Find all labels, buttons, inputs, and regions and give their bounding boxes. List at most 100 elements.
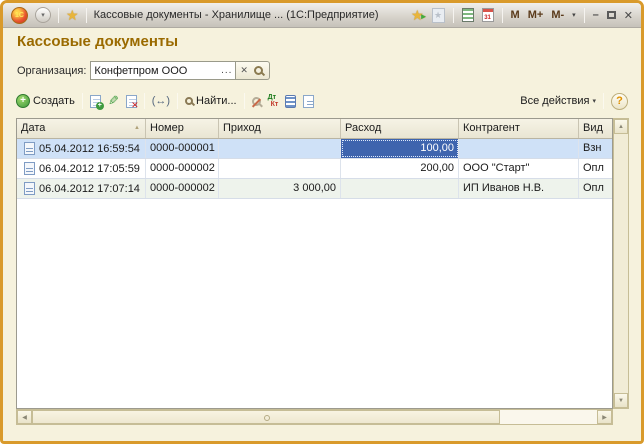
memory-dropdown-icon[interactable]: ▾	[572, 11, 576, 19]
scroll-up-button[interactable]: ▲	[614, 119, 628, 134]
number-cell[interactable]: 0000-000002	[146, 159, 219, 178]
kontragent-cell[interactable]: ООО "Старт"	[459, 159, 579, 178]
column-header-kontragent[interactable]: Контрагент	[459, 119, 579, 138]
date-cell[interactable]: 06.04.2012 17:07:14	[17, 179, 146, 198]
search-icon	[185, 97, 194, 105]
toolbar-separator	[177, 93, 179, 109]
find-button[interactable]: Найти...	[185, 95, 237, 107]
column-header-number[interactable]: Номер	[146, 119, 219, 138]
table-row[interactable]: 05.04.2012 16:59:54 0000-000001 100,00 В…	[17, 139, 612, 159]
close-button[interactable]: ✕	[624, 9, 633, 22]
memory-minus-button[interactable]: M-	[551, 9, 564, 21]
organization-input[interactable]: Конфетпром ООО ...	[90, 61, 237, 80]
titlebar-separator	[583, 7, 585, 23]
column-header-rashod[interactable]: Расход	[341, 119, 459, 138]
column-header-vid[interactable]: Вид	[579, 119, 612, 138]
red-x-icon: ✕	[131, 99, 139, 110]
list-settings-icon[interactable]	[285, 94, 297, 108]
clear-button[interactable]: ✕	[236, 65, 252, 76]
table-header-row: Дата ▲ Номер Приход Расход Контрагент Ви…	[17, 119, 612, 139]
add-to-favorites-icon[interactable]: ★ ►	[411, 8, 428, 22]
table-empty-area	[17, 199, 612, 408]
minimize-button[interactable]: –	[593, 9, 599, 21]
choose-button[interactable]: ...	[218, 65, 235, 76]
scroll-left-button[interactable]: ◀	[17, 410, 32, 424]
document-list-icon[interactable]	[303, 94, 315, 108]
toolbar-separator	[603, 93, 604, 109]
titlebar-separator	[452, 7, 454, 23]
rashod-cell[interactable]: 200,00	[341, 159, 459, 178]
copy-document-icon[interactable]: +	[89, 94, 104, 110]
help-button[interactable]: ?	[611, 92, 628, 110]
prihod-cell[interactable]	[219, 139, 341, 158]
vertical-scrollbar[interactable]: ▲ ▼	[613, 118, 629, 409]
credit-label: Кт	[270, 101, 279, 108]
scroll-right-button[interactable]: ▶	[597, 410, 612, 424]
calendar-icon[interactable]: 31	[481, 8, 494, 22]
plus-icon: +	[16, 94, 30, 108]
toolbar-separator	[143, 93, 145, 109]
delete-document-icon[interactable]: ✕	[125, 94, 139, 110]
edit-pencil-icon[interactable]: ✎	[108, 93, 119, 109]
maximize-button[interactable]	[606, 11, 616, 19]
date-cell[interactable]: 06.04.2012 17:05:59	[17, 159, 146, 178]
number-cell[interactable]: 0000-000002	[146, 179, 219, 198]
create-label: Создать	[33, 95, 75, 107]
main-menu-button[interactable]: ▾	[35, 7, 51, 23]
vid-cell[interactable]: Взн	[579, 139, 612, 158]
page-title: Кассовые документы	[17, 33, 179, 50]
command-bar-right: Все действия ▾ ?	[520, 92, 628, 110]
plus-badge-icon: +	[95, 101, 104, 110]
table-row[interactable]: 06.04.2012 17:07:14 0000-000002 3 000,00…	[17, 179, 612, 199]
command-bar: + Создать + ✎ ✕ (↔) Найти... Дт Кт Все д…	[16, 89, 628, 113]
open-search-icon[interactable]	[253, 66, 263, 75]
kontragent-cell[interactable]	[459, 139, 579, 158]
toolbar-separator	[243, 93, 245, 109]
prihod-cell[interactable]: 3 000,00	[219, 179, 341, 198]
scrollbar-corner	[613, 409, 629, 425]
rashod-cell-selected[interactable]: 100,00	[341, 139, 459, 158]
calendar-day: 31	[484, 15, 491, 21]
titlebar-separator	[501, 7, 503, 23]
form-content: Кассовые документы Организация: Конфетпр…	[3, 28, 641, 441]
table-row[interactable]: 06.04.2012 17:05:59 0000-000002 200,00 О…	[17, 159, 612, 179]
create-button[interactable]: + Создать	[16, 94, 75, 108]
memory-plus-button[interactable]: M+	[528, 9, 544, 21]
app-window: 1С ▾ ★ Кассовые документы - Хранилище ..…	[0, 0, 644, 444]
kontragent-cell[interactable]: ИП Иванов Н.В.	[459, 179, 579, 198]
cancel-search-icon	[251, 96, 261, 106]
organization-value: Конфетпром ООО	[94, 64, 188, 77]
arrow-down-icon: ▼	[618, 397, 624, 404]
vid-cell[interactable]: Опл	[579, 179, 612, 198]
date-cell[interactable]: 05.04.2012 16:59:54	[17, 139, 146, 158]
rashod-cell[interactable]	[341, 179, 459, 198]
arrow-left-icon: ◀	[22, 414, 27, 421]
sort-ascending-icon: ▲	[134, 125, 140, 131]
green-arrow-icon: ►	[419, 12, 428, 21]
debit-label: Дт	[267, 94, 277, 101]
scroll-down-button[interactable]: ▼	[614, 393, 628, 408]
vid-cell[interactable]: Опл	[579, 159, 612, 178]
titlebar-separator	[58, 7, 59, 23]
number-cell[interactable]: 0000-000001	[146, 139, 219, 158]
column-label: Дата	[21, 122, 46, 134]
scrollbar-thumb[interactable]	[32, 410, 500, 424]
horizontal-scrollbar[interactable]: ◀ ▶	[16, 409, 613, 425]
date-value: 06.04.2012 17:07:14	[39, 182, 140, 195]
column-header-prihod[interactable]: Приход	[219, 119, 341, 138]
memory-button[interactable]: M	[511, 9, 520, 21]
documents-table: Дата ▲ Номер Приход Расход Контрагент Ви…	[16, 118, 613, 409]
scrollbar-track[interactable]	[500, 410, 597, 424]
history-disabled-icon: ★	[431, 7, 445, 23]
show-postings-button[interactable]: Дт Кт	[268, 94, 279, 108]
set-interval-button[interactable]: (↔)	[152, 95, 170, 107]
calculator-icon[interactable]	[461, 8, 474, 22]
all-actions-button[interactable]: Все действия ▾	[520, 95, 596, 107]
arrow-right-icon: ▶	[602, 414, 607, 421]
document-icon	[24, 142, 35, 155]
date-value: 06.04.2012 17:05:59	[39, 162, 140, 175]
organization-filter: Организация: Конфетпром ООО ... ✕	[17, 61, 270, 80]
prihod-cell[interactable]	[219, 159, 341, 178]
column-header-date[interactable]: Дата ▲	[17, 119, 146, 138]
favorites-star-icon[interactable]: ★	[66, 8, 79, 22]
